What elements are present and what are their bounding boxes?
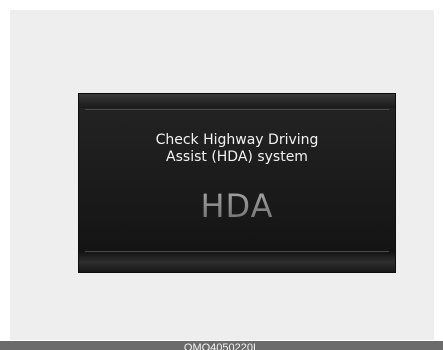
figure-caption-bar: OMQ4050220L xyxy=(0,341,443,350)
figure-frame: Check Highway Driving Assist (HDA) syste… xyxy=(10,10,434,340)
hda-indicator: HDA xyxy=(79,188,395,224)
warning-message-line-2: Assist (HDA) system xyxy=(166,149,308,165)
display-top-divider xyxy=(85,109,389,110)
display-top-band xyxy=(79,94,395,108)
warning-message: Check Highway Driving Assist (HDA) syste… xyxy=(79,132,395,166)
display-bottom-band xyxy=(79,252,395,272)
cluster-display: Check Highway Driving Assist (HDA) syste… xyxy=(79,94,395,272)
figure-code: OMQ4050220L xyxy=(183,342,260,350)
warning-message-line-1: Check Highway Driving xyxy=(155,132,319,148)
